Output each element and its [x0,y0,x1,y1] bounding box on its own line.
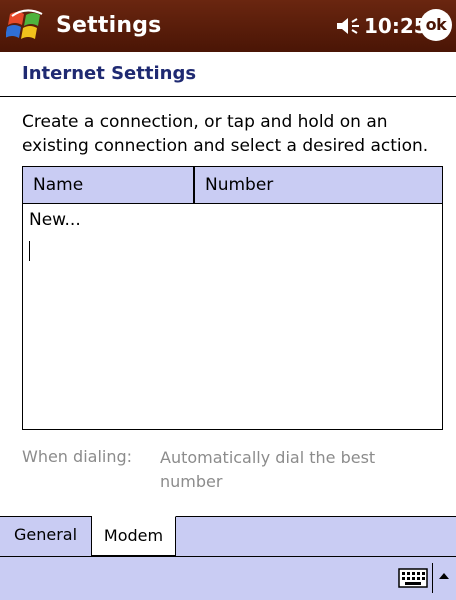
list-item-new-connection[interactable]: New... [29,209,81,231]
tab-strip: General Modem [0,516,456,556]
column-header-name[interactable]: Name [23,167,195,203]
connections-list[interactable]: Name Number New... [22,166,443,430]
command-bar [0,556,456,600]
dialing-value: Automatically dial the best number [160,448,376,491]
header-divider [0,96,456,97]
instructions-text: Create a connection, or tap and hold on … [22,112,429,156]
title-bar: Settings 10:25 ok [0,0,456,52]
up-arrow-icon[interactable] [437,569,451,583]
dialing-label: When dialing: [22,447,133,466]
column-header-number[interactable]: Number [195,167,442,203]
page-title: Internet Settings [22,63,197,84]
keyboard-icon[interactable] [398,567,428,589]
list-header: Name Number [23,167,442,204]
speaker-icon[interactable] [336,16,362,36]
tab-general[interactable]: General [0,516,92,556]
sip-divider [432,563,433,593]
screen: Settings 10:25 ok Internet Settings Crea… [0,0,456,600]
tab-modem[interactable]: Modem [92,516,176,556]
windows-flag-icon[interactable] [6,8,46,44]
clock[interactable]: 10:25 [364,11,428,41]
app-title: Settings [56,13,162,38]
ok-button[interactable]: ok [420,9,452,41]
text-caret [29,241,30,261]
